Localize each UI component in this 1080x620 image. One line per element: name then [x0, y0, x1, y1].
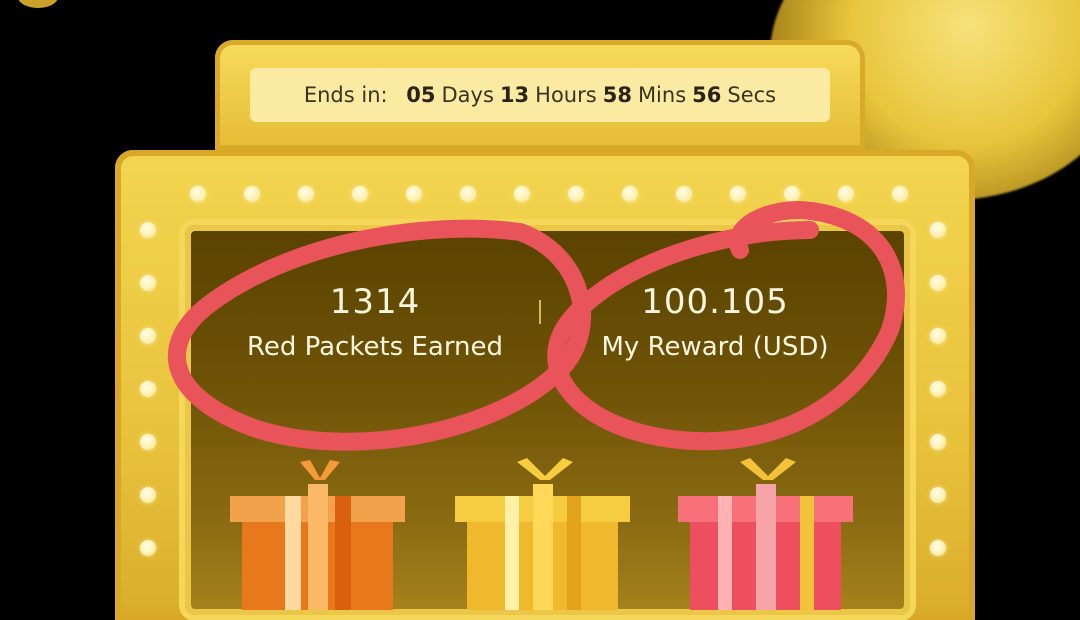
marquee-bulb	[514, 186, 530, 202]
marquee-bulb	[838, 186, 854, 202]
yellow-gift-box-icon	[455, 458, 630, 610]
marquee-bulb	[140, 487, 156, 503]
marquee-bulb	[298, 186, 314, 202]
marquee-bulb	[140, 381, 156, 397]
reward-label: My Reward (USD)	[601, 332, 829, 362]
marquee-bulb	[930, 328, 946, 344]
countdown-days-value: 05	[406, 83, 436, 107]
marquee-bulb	[892, 186, 908, 202]
reward-amount: 100.105	[641, 282, 789, 322]
marquee-bulb	[930, 434, 946, 450]
marquee-bulb	[190, 186, 206, 202]
marquee-bulb	[622, 186, 638, 202]
countdown-hours-value: 13	[499, 83, 530, 107]
marquee-bulb	[352, 186, 368, 202]
marquee-bulb	[406, 186, 422, 202]
countdown-secs-value: 56	[692, 83, 722, 107]
marquee-bulb	[140, 328, 156, 344]
red-packets-stat: 1314 Red Packets Earned	[200, 282, 550, 362]
marquee-bulb	[568, 186, 584, 202]
marquee-bulb	[730, 186, 746, 202]
countdown-hours-unit: Hours	[535, 83, 597, 107]
countdown-secs-unit: Secs	[727, 83, 777, 107]
marquee-bulb	[930, 275, 946, 291]
marquee-bulb	[784, 186, 800, 202]
orange-gift-box-icon	[230, 460, 405, 610]
marquee-bulb	[930, 487, 946, 503]
marquee-bulb	[140, 434, 156, 450]
marquee-bulb	[676, 186, 692, 202]
countdown-timer: Ends in: 05 Days 13 Hours 58 Mins 56 Sec…	[250, 68, 830, 122]
marquee-bulb	[140, 275, 156, 291]
red-packets-label: Red Packets Earned	[246, 332, 504, 362]
marquee-bulb	[244, 186, 260, 202]
red-packets-count: 1314	[329, 282, 421, 322]
countdown-prefix: Ends in:	[303, 83, 388, 107]
marquee-bulb	[140, 222, 156, 238]
reward-stat: 100.105 My Reward (USD)	[540, 282, 890, 362]
corner-decoration	[18, 0, 58, 8]
marquee-bulb	[930, 381, 946, 397]
marquee-bulb	[930, 540, 946, 556]
countdown-mins-value: 58	[602, 83, 632, 107]
red-gift-box-icon	[678, 458, 853, 610]
countdown-days-unit: Days	[441, 83, 494, 107]
countdown-mins-unit: Mins	[637, 83, 687, 107]
marquee-bulb	[460, 186, 476, 202]
marquee-bulb	[930, 222, 946, 238]
marquee-bulb	[140, 540, 156, 556]
